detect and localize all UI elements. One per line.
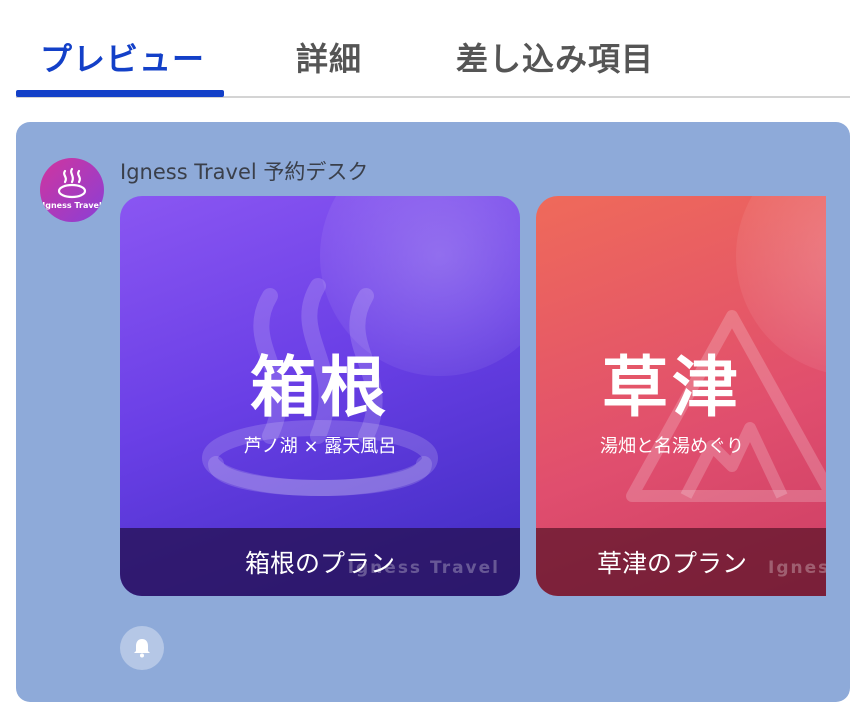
tab-details[interactable]: 詳細 (296, 34, 362, 80)
card-title: 草津 (602, 349, 742, 426)
preview-panel: Igness Travel Igness Travel 予約デスク 箱根 芦ノ湖… (16, 122, 850, 702)
sender-name: Igness Travel 予約デスク (120, 160, 369, 184)
tab-merge-fields[interactable]: 差し込み項目 (456, 34, 654, 80)
card-footer[interactable]: Igness 草津のプラン (536, 528, 826, 596)
card-subtitle: 芦ノ湖 × 露天風呂 (243, 436, 397, 457)
card-carousel[interactable]: 箱根 芦ノ湖 × 露天風呂 Igness Travel 箱根のプラン 草津 湯畑… (120, 196, 826, 596)
hot-spring-icon (57, 167, 87, 199)
card-action-label[interactable]: 草津のプラン (536, 544, 808, 580)
card-footer[interactable]: Igness Travel 箱根のプラン (120, 528, 520, 596)
card-kusatsu[interactable]: 草津 湯畑と名湯めぐり Igness 草津のプラン (536, 196, 826, 596)
active-tab-indicator (16, 90, 224, 97)
card-subtitle: 湯畑と名湯めぐり (600, 436, 744, 457)
card-title: 箱根 (250, 349, 390, 426)
card-hakone[interactable]: 箱根 芦ノ湖 × 露天風呂 Igness Travel 箱根のプラン (120, 196, 520, 596)
tab-bar: プレビュー 詳細 差し込み項目 (16, 0, 850, 98)
tab-preview[interactable]: プレビュー (40, 34, 205, 80)
avatar: Igness Travel (40, 158, 104, 222)
avatar-text: Igness Travel (42, 201, 102, 210)
notification-button[interactable] (120, 626, 164, 670)
card-action-label[interactable]: 箱根のプラン (120, 544, 520, 580)
bell-icon (134, 639, 150, 658)
